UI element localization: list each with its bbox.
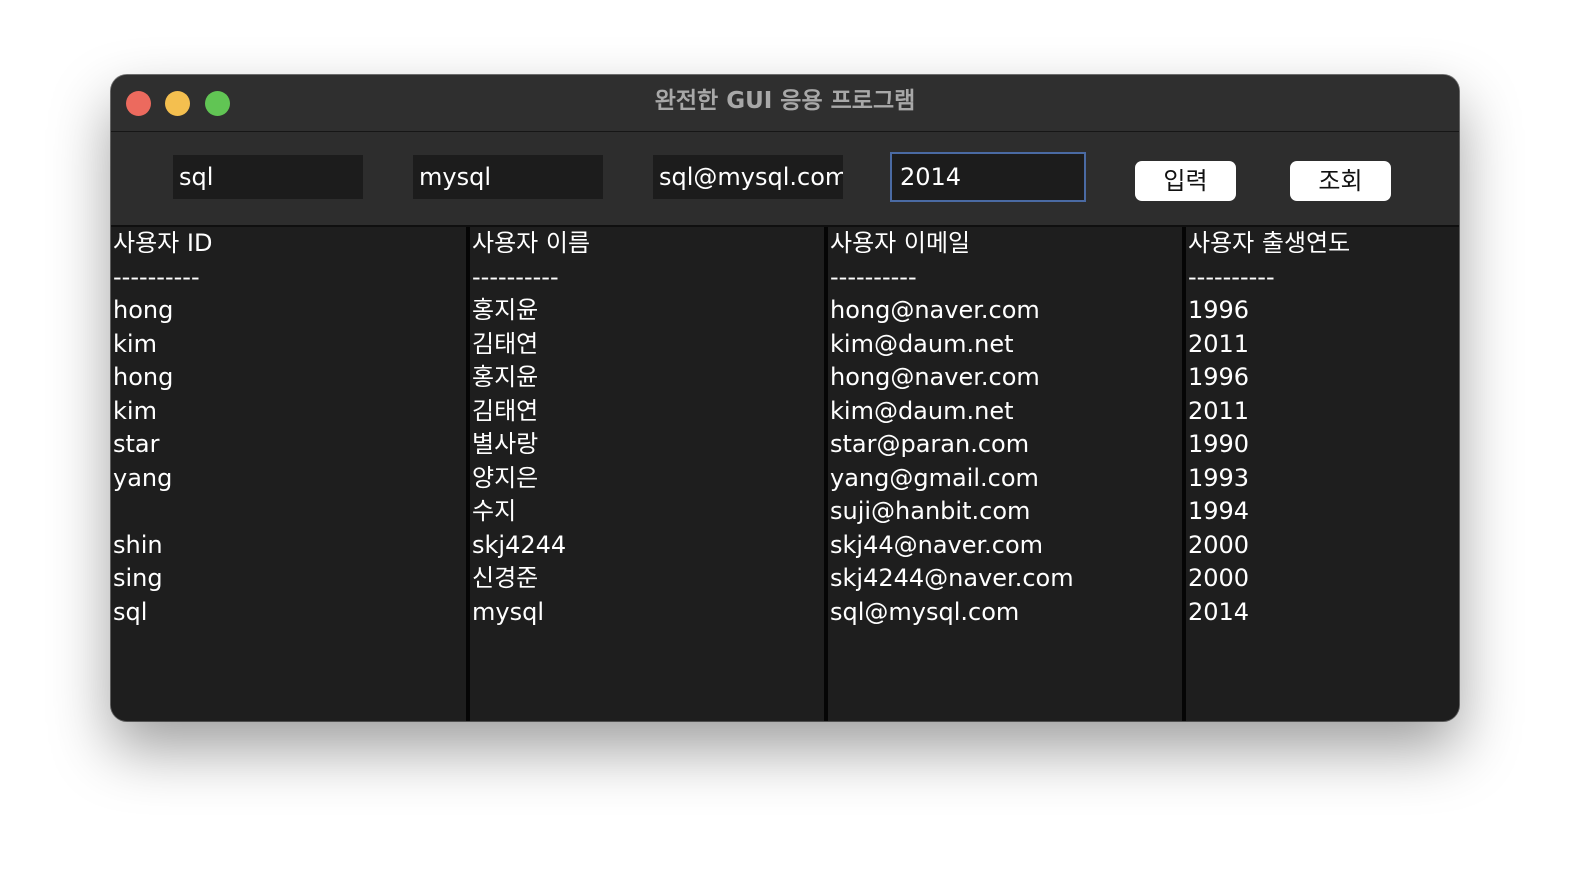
select-button[interactable]: 조회: [1290, 161, 1391, 201]
list-item[interactable]: 2014: [1186, 596, 1459, 630]
list-item[interactable]: 1996: [1186, 361, 1459, 395]
list-item[interactable]: kim@daum.net: [828, 395, 1182, 429]
insert-button[interactable]: 입력: [1135, 161, 1236, 201]
list-item[interactable]: 1996: [1186, 294, 1459, 328]
list-item[interactable]: 김태연: [470, 395, 824, 429]
column-header: 사용자 출생연도: [1188, 229, 1351, 257]
input-toolbar: sql mysql sql@mysql.com 2014 입력 조회: [111, 132, 1459, 227]
list-item[interactable]: 1993: [1186, 462, 1459, 496]
column-separator: ----------: [113, 262, 200, 291]
list-item[interactable]: yang: [111, 462, 466, 496]
list-item[interactable]: [111, 495, 466, 529]
column-separator: ----------: [1188, 262, 1275, 291]
list-item[interactable]: 김태연: [470, 328, 824, 362]
list-item[interactable]: star@paran.com: [828, 428, 1182, 462]
list-item[interactable]: kim: [111, 328, 466, 362]
results-area: 사용자 ID ---------- hong kim hong kim star…: [111, 227, 1459, 721]
list-item[interactable]: 2000: [1186, 529, 1459, 563]
list-item[interactable]: skj4244: [470, 529, 824, 563]
list-item[interactable]: yang@gmail.com: [828, 462, 1182, 496]
user-id-listbox[interactable]: 사용자 ID ---------- hong kim hong kim star…: [111, 227, 466, 721]
app-window: 완전한 GUI 응용 프로그램 sql mysql sql@mysql.com …: [111, 75, 1459, 721]
column-separator: ----------: [830, 262, 917, 291]
user-name-input[interactable]: mysql: [413, 155, 603, 199]
list-item[interactable]: 2000: [1186, 562, 1459, 596]
column-header: 사용자 이름: [472, 229, 591, 257]
list-item[interactable]: 수지: [470, 495, 824, 529]
list-item[interactable]: 2011: [1186, 328, 1459, 362]
list-item[interactable]: hong: [111, 361, 466, 395]
window-title: 완전한 GUI 응용 프로그램: [654, 88, 916, 114]
user-email-listbox[interactable]: 사용자 이메일 ---------- hong@naver.com kim@da…: [828, 227, 1182, 721]
list-item[interactable]: 홍지윤: [470, 294, 824, 328]
list-item[interactable]: kim@daum.net: [828, 328, 1182, 362]
list-item[interactable]: 1994: [1186, 495, 1459, 529]
list-item[interactable]: sing: [111, 562, 466, 596]
user-email-input[interactable]: sql@mysql.com: [653, 155, 843, 199]
list-item[interactable]: sql: [111, 596, 466, 630]
birth-year-input[interactable]: 2014: [890, 152, 1086, 202]
user-name-listbox[interactable]: 사용자 이름 ---------- 홍지윤 김태연 홍지윤 김태연 별사랑 양지…: [470, 227, 824, 721]
list-item[interactable]: skj4244@naver.com: [828, 562, 1182, 596]
list-item[interactable]: 신경준: [470, 562, 824, 596]
column-separator: ----------: [472, 262, 559, 291]
list-item[interactable]: hong@naver.com: [828, 361, 1182, 395]
list-item[interactable]: hong: [111, 294, 466, 328]
list-item[interactable]: 양지은: [470, 462, 824, 496]
zoom-window-button[interactable]: [205, 91, 230, 116]
list-item[interactable]: kim: [111, 395, 466, 429]
list-item[interactable]: star: [111, 428, 466, 462]
list-item[interactable]: 2011: [1186, 395, 1459, 429]
user-id-input[interactable]: sql: [173, 155, 363, 199]
list-item[interactable]: suji@hanbit.com: [828, 495, 1182, 529]
title-bar: 완전한 GUI 응용 프로그램: [111, 75, 1459, 132]
list-item[interactable]: skj44@naver.com: [828, 529, 1182, 563]
list-item[interactable]: 별사랑: [470, 428, 824, 462]
list-item[interactable]: 1990: [1186, 428, 1459, 462]
list-item[interactable]: 홍지윤: [470, 361, 824, 395]
column-header: 사용자 이메일: [830, 229, 971, 257]
list-item[interactable]: shin: [111, 529, 466, 563]
minimize-window-button[interactable]: [165, 91, 190, 116]
list-item[interactable]: hong@naver.com: [828, 294, 1182, 328]
column-header: 사용자 ID: [113, 229, 213, 257]
list-item[interactable]: mysql: [470, 596, 824, 630]
birth-year-listbox[interactable]: 사용자 출생연도 ---------- 1996 2011 1996 2011 …: [1186, 227, 1459, 721]
list-item[interactable]: sql@mysql.com: [828, 596, 1182, 630]
close-window-button[interactable]: [126, 91, 151, 116]
